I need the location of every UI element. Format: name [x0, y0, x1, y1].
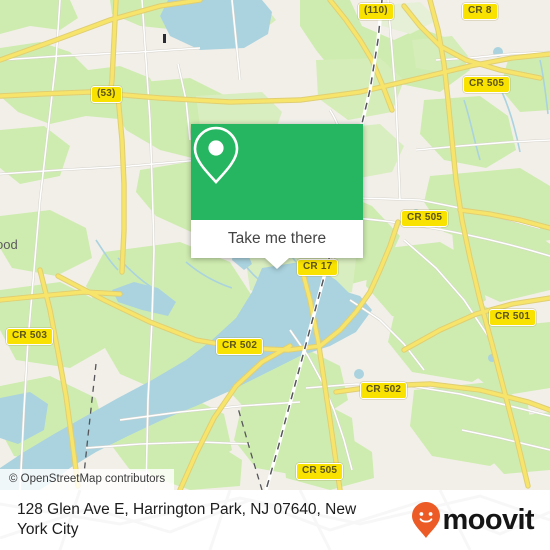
- location-popup[interactable]: Take me there: [191, 124, 363, 269]
- moovit-logo[interactable]: moovit: [411, 501, 535, 539]
- road-shield: CR 505: [463, 76, 511, 93]
- brand-wordmark: moovit: [442, 503, 535, 536]
- address-text: 128 Glen Ave E, Harrington Park, NJ 0764…: [17, 501, 357, 538]
- road-shield: CR 8: [462, 3, 498, 20]
- map-poi-marker: [163, 34, 166, 43]
- popup-action[interactable]: Take me there: [191, 220, 363, 258]
- road-shield: CR 505: [401, 210, 449, 227]
- map-pin-icon: [193, 126, 239, 184]
- moovit-smiley-pin-icon: [411, 502, 440, 538]
- road-shield: CR 503: [6, 328, 54, 345]
- road-shield: CR 502: [216, 338, 264, 355]
- popup-action-label: Take me there: [227, 230, 327, 247]
- road-shield: CR 502: [360, 382, 408, 399]
- road-shield: (53): [91, 86, 122, 103]
- road-shield: CR 501: [489, 309, 537, 326]
- road-shield: (110): [358, 3, 394, 20]
- popup-pointer: [265, 258, 289, 269]
- popup-header: [191, 124, 363, 220]
- footer-bar: 128 Glen Ave E, Harrington Park, NJ 0764…: [0, 490, 550, 550]
- map-canvas[interactable]: (110) CR 8 CR 505 (53) CR 505 CR 17 CR 5…: [0, 0, 550, 490]
- place-label: ood: [0, 237, 18, 252]
- road-shield: CR 505: [296, 463, 344, 480]
- map-screenshot: (110) CR 8 CR 505 (53) CR 505 CR 17 CR 5…: [0, 0, 550, 550]
- road-shield: CR 17: [297, 259, 339, 276]
- map-attribution[interactable]: © OpenStreetMap contributors: [0, 469, 175, 490]
